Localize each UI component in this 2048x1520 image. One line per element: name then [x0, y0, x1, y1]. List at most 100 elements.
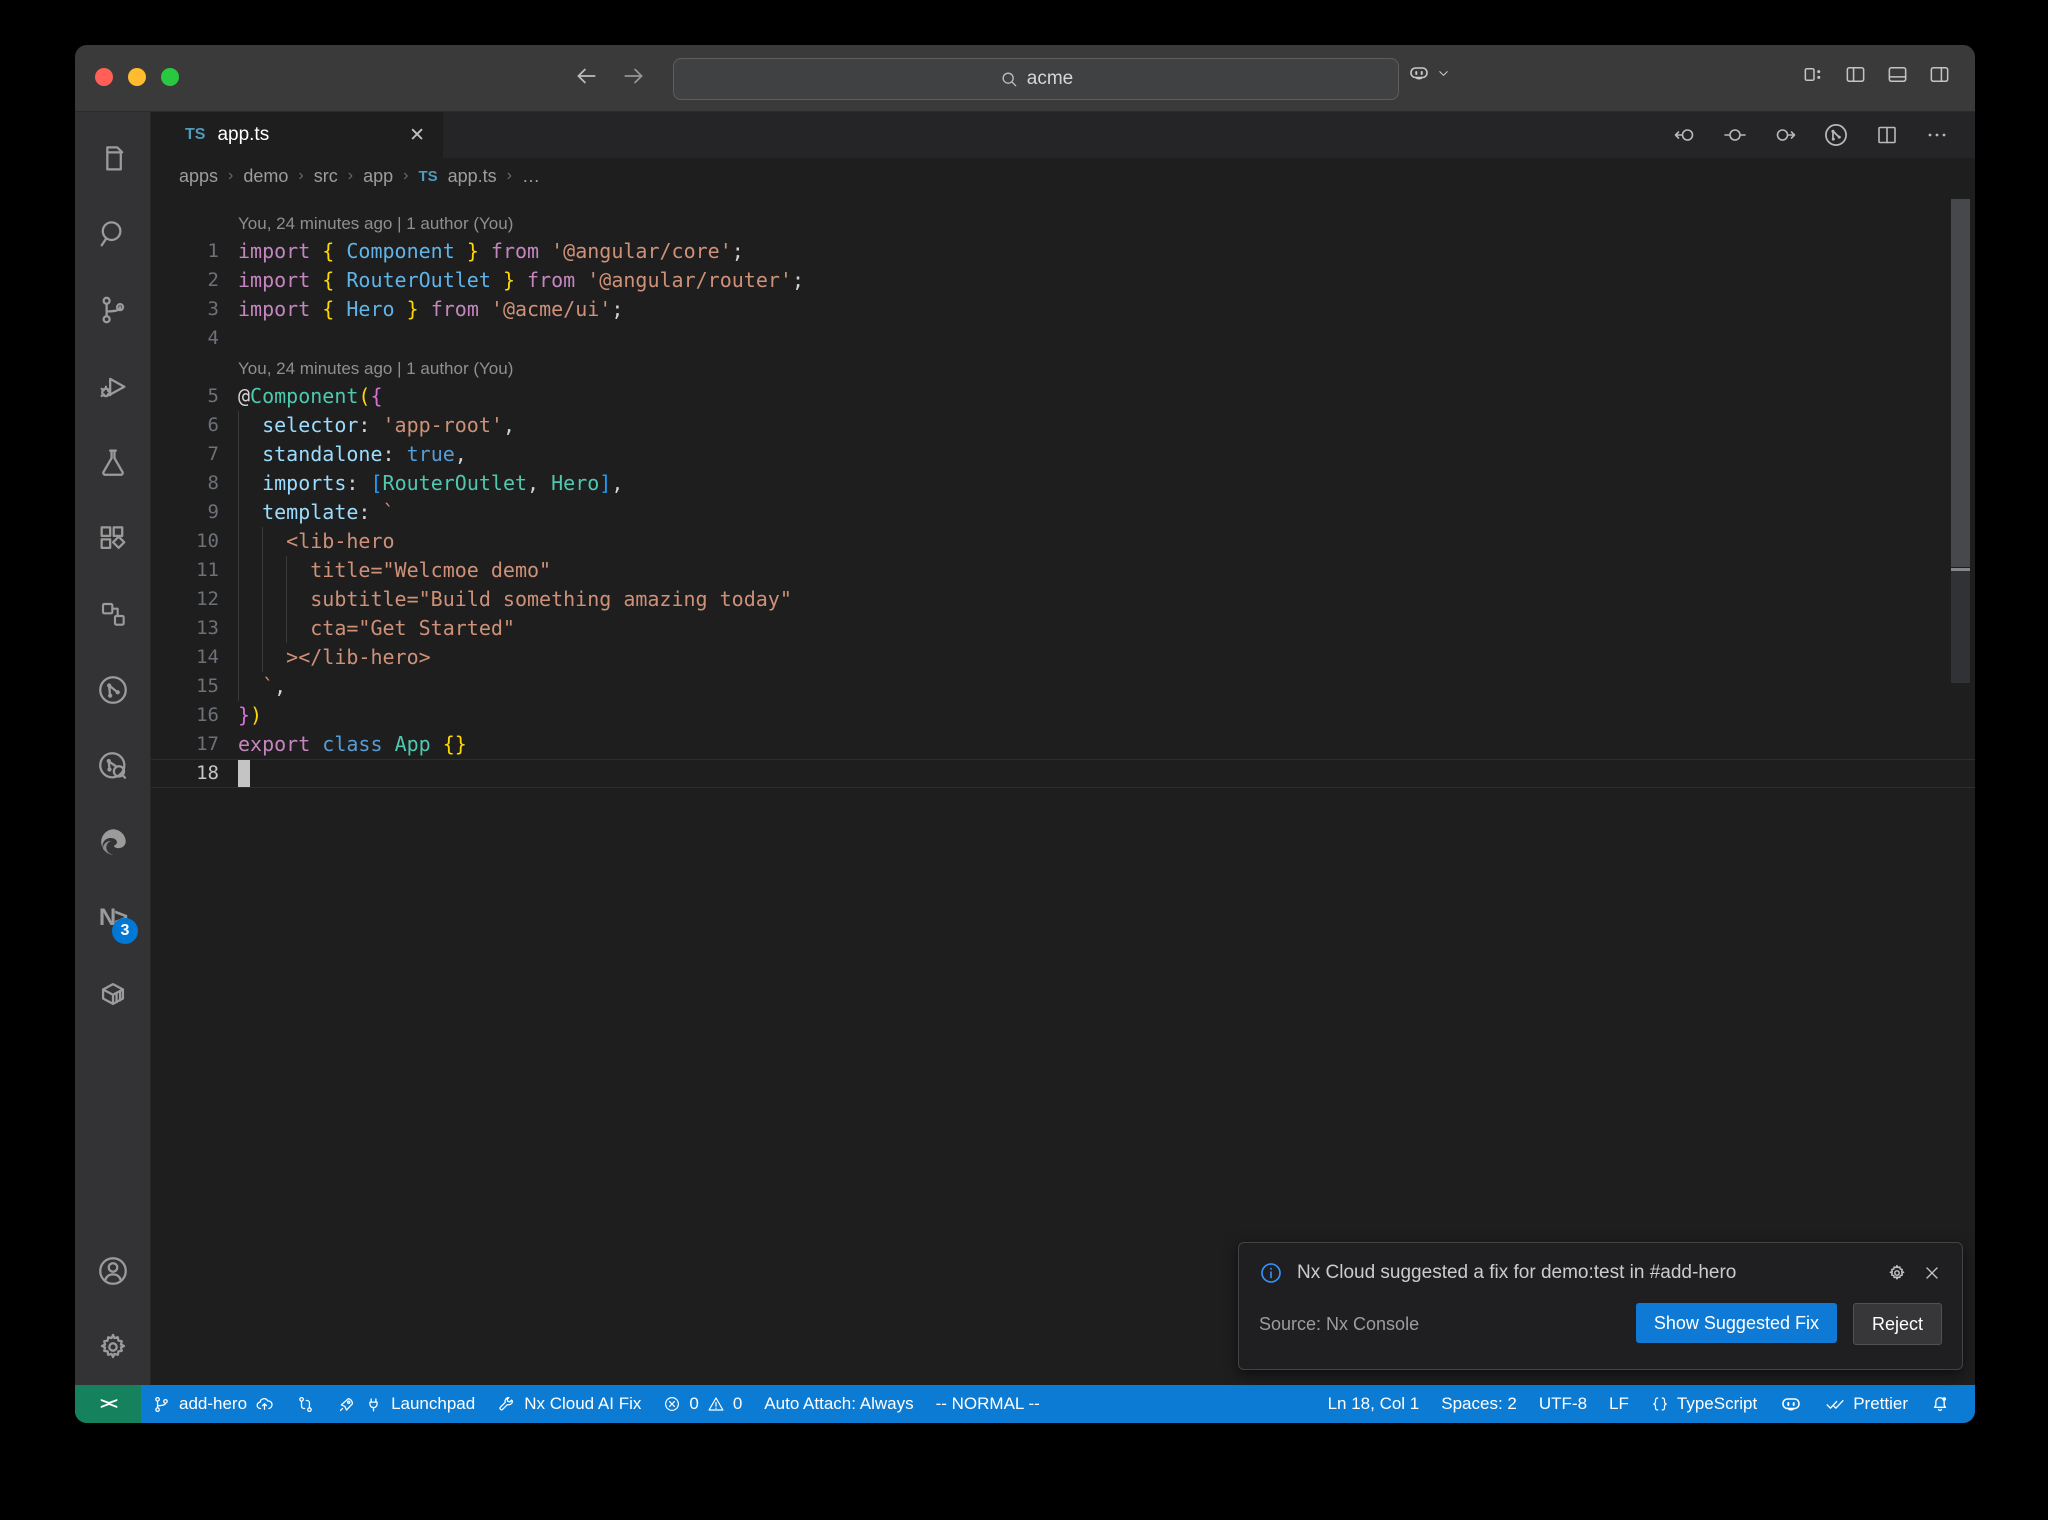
code-line[interactable]: 12 subtitle="Build something amazing tod… — [151, 585, 1975, 614]
search-activity-item[interactable] — [75, 196, 150, 272]
code-line[interactable]: 14 ></lib-hero> — [151, 643, 1975, 672]
breadcrumb-item[interactable]: app — [363, 166, 393, 187]
containers-activity-item[interactable] — [75, 956, 150, 1032]
indent-guide — [238, 556, 239, 585]
code-line[interactable]: 11 title="Welcmoe demo" — [151, 556, 1975, 585]
code-line[interactable]: 5 @Component({ — [151, 382, 1975, 411]
settings-gear-activity-item[interactable] — [75, 1309, 150, 1385]
breadcrumb-file[interactable]: app.ts — [448, 166, 497, 187]
toggle-primary-sidebar-icon[interactable] — [1844, 63, 1867, 86]
more-actions-icon[interactable] — [1925, 123, 1949, 147]
blame-annotation: You, 24 minutes ago | 1 author (You) — [151, 353, 1975, 382]
code-line[interactable]: 8 imports: [RouterOutlet, Hero], — [151, 469, 1975, 498]
git-graph-search-activity-item[interactable] — [75, 728, 150, 804]
language-status[interactable]: TypeScript — [1640, 1385, 1768, 1423]
code-line[interactable]: 7 standalone: true, — [151, 440, 1975, 469]
edge-tools-activity-item[interactable] — [75, 804, 150, 880]
notification-settings-icon[interactable] — [1886, 1262, 1908, 1284]
status-text: Spaces: 2 — [1441, 1394, 1517, 1413]
code-line[interactable]: 15 `, — [151, 672, 1975, 701]
breadcrumb-item[interactable]: src — [314, 166, 338, 187]
accounts-icon — [96, 1254, 130, 1288]
code-line[interactable]: 18 — [151, 759, 1975, 788]
tab-strip: TS app.ts ✕ — [151, 112, 1975, 158]
remote-indicator[interactable]: >< — [75, 1385, 141, 1423]
settings-gear-icon — [96, 1330, 130, 1364]
code-line[interactable]: 6 selector: 'app-root', — [151, 411, 1975, 440]
history-forward-icon[interactable] — [621, 63, 647, 89]
code-line[interactable]: 9 template: ` — [151, 498, 1975, 527]
blame-text: You, 24 minutes ago | 1 author (You) — [238, 214, 514, 233]
launchpad-status[interactable]: Launchpad — [326, 1385, 486, 1423]
code-line[interactable]: 17 export class App {} — [151, 730, 1975, 759]
git-graph-activity-item[interactable] — [75, 652, 150, 728]
nav-back-change-icon[interactable] — [1673, 123, 1697, 147]
line-number: 16 — [196, 704, 219, 726]
show-suggested-fix-button[interactable]: Show Suggested Fix — [1635, 1303, 1837, 1343]
problems-status[interactable]: 00 — [652, 1385, 753, 1423]
current-change-icon[interactable] — [1723, 123, 1747, 147]
split-editor-icon[interactable] — [1875, 123, 1899, 147]
breadcrumb[interactable]: apps › demo › src › app › TS app.ts ›… — [151, 158, 1975, 194]
tab-app-ts[interactable]: TS app.ts ✕ — [151, 112, 443, 158]
plug-icon — [364, 1395, 383, 1414]
code-line[interactable]: 2 import { RouterOutlet } from '@angular/… — [151, 266, 1975, 295]
toggle-secondary-sidebar-icon[interactable] — [1928, 63, 1951, 86]
code-line[interactable]: 1 import { Component } from '@angular/cor… — [151, 237, 1975, 266]
search-icon — [999, 69, 1019, 89]
code-line[interactable]: 4 — [151, 324, 1975, 353]
blame-annotation: You, 24 minutes ago | 1 author (You) — [151, 208, 1975, 237]
code-line[interactable]: 13 cta="Get Started" — [151, 614, 1975, 643]
code-editor[interactable]: You, 24 minutes ago | 1 author (You) 1 imp… — [151, 194, 1975, 1385]
indent-guide — [238, 411, 239, 440]
auto-attach-status[interactable]: Auto Attach: Always — [753, 1385, 924, 1423]
code-line[interactable]: 10 <lib-hero — [151, 527, 1975, 556]
notification-close-icon[interactable] — [1922, 1263, 1942, 1283]
typescript-file-icon: TS — [418, 167, 438, 185]
edge-tools-icon — [96, 825, 130, 859]
eol-status[interactable]: LF — [1598, 1385, 1640, 1423]
indent-guide — [262, 556, 263, 585]
history-back-icon[interactable] — [573, 63, 599, 89]
notifications-bell[interactable] — [1919, 1385, 1961, 1423]
nx-cloud-ai-fix-status[interactable]: Nx Cloud AI Fix — [486, 1385, 652, 1423]
breadcrumb-tail[interactable]: … — [522, 166, 540, 187]
toggle-panel-icon[interactable] — [1886, 63, 1909, 86]
nav-forward-change-icon[interactable] — [1773, 123, 1797, 147]
indent-guide — [238, 527, 239, 556]
prettier-status[interactable]: Prettier — [1814, 1385, 1919, 1423]
close-tab-icon[interactable]: ✕ — [409, 124, 425, 147]
source-control-activity-item[interactable] — [75, 272, 150, 348]
copilot-menu[interactable] — [1407, 61, 1451, 85]
line-number: 5 — [207, 385, 219, 407]
git-compare-status[interactable] — [285, 1385, 326, 1423]
code-line[interactable]: 16}) — [151, 701, 1975, 730]
encoding-status[interactable]: UTF-8 — [1528, 1385, 1598, 1423]
line-number: 14 — [196, 646, 219, 668]
indent-guide — [286, 585, 287, 614]
copilot-status[interactable] — [1768, 1385, 1814, 1423]
close-window-button[interactable] — [95, 68, 113, 86]
nx-graph-icon[interactable] — [1823, 122, 1849, 148]
accounts-activity-item[interactable] — [75, 1233, 150, 1309]
status-text: 0 — [689, 1394, 699, 1413]
cursor-position-status[interactable]: Ln 18, Col 1 — [1317, 1385, 1431, 1423]
reject-button[interactable]: Reject — [1852, 1303, 1942, 1345]
zoom-window-button[interactable] — [161, 68, 179, 86]
explorer-activity-item[interactable] — [75, 120, 150, 196]
indentation-status[interactable]: Spaces: 2 — [1430, 1385, 1528, 1423]
code-line[interactable]: 3 import { Hero } from '@acme/ui'; — [151, 295, 1975, 324]
git-branch-status[interactable]: add-hero — [141, 1385, 285, 1423]
command-center-search[interactable]: acme — [673, 58, 1399, 100]
breadcrumb-item[interactable]: apps — [179, 166, 218, 187]
breadcrumb-separator-icon: › — [403, 167, 409, 184]
run-debug-activity-item[interactable] — [75, 348, 150, 424]
nx-console-activity-item[interactable]: N> 3 — [75, 880, 150, 956]
project-graph-activity-item[interactable] — [75, 576, 150, 652]
minimize-window-button[interactable] — [128, 68, 146, 86]
breadcrumb-item[interactable]: demo — [243, 166, 288, 187]
customize-layout-icon[interactable] — [1802, 63, 1825, 86]
testing-activity-item[interactable] — [75, 424, 150, 500]
extensions-activity-item[interactable] — [75, 500, 150, 576]
vim-mode-status[interactable]: -- NORMAL -- — [925, 1385, 1051, 1423]
